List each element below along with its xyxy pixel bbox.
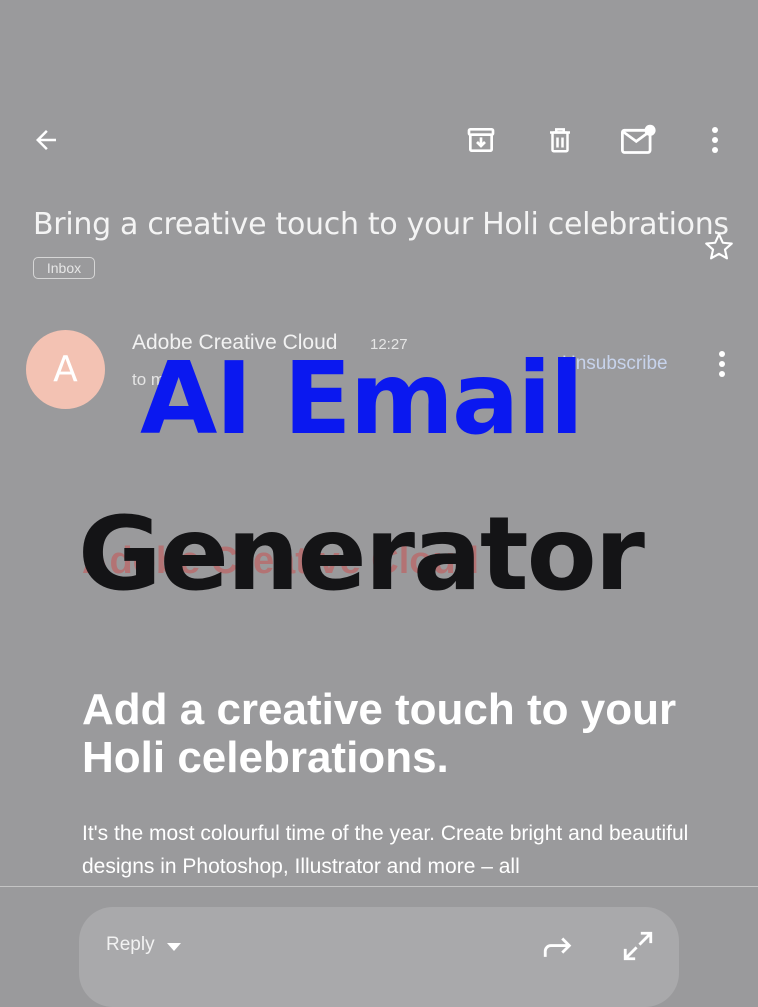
inbox-label[interactable]: Inbox [33, 257, 95, 279]
sender-avatar[interactable]: A [26, 330, 105, 409]
expand-button[interactable] [616, 924, 660, 968]
back-button[interactable] [24, 118, 68, 162]
more-options-button[interactable] [698, 118, 732, 162]
email-body: It's the most colourful time of the year… [82, 822, 689, 878]
mark-unread-button[interactable] [616, 118, 662, 162]
archive-button[interactable] [459, 118, 503, 162]
forward-arrow-icon [543, 937, 572, 957]
back-arrow-icon [36, 130, 56, 150]
email-headline: Add a creative touch to your Holi celebr… [82, 685, 677, 782]
overlay-title-ai-email: AI Email [140, 340, 584, 457]
delete-icon [550, 128, 570, 153]
mark-unread-icon [621, 124, 656, 154]
delete-button[interactable] [538, 118, 582, 162]
message-more-button[interactable] [710, 342, 734, 386]
archive-icon [467, 128, 495, 152]
more-vert-icon [712, 127, 718, 153]
email-subject: Bring a creative touch to your Holi cele… [33, 207, 729, 242]
divider [0, 886, 758, 887]
reply-options-dropdown[interactable] [162, 936, 186, 958]
expand-icon [623, 931, 653, 961]
star-icon [705, 233, 733, 260]
forward-button[interactable] [536, 926, 580, 968]
reply-button[interactable]: Reply [106, 934, 155, 956]
star-button[interactable] [698, 226, 740, 268]
more-vert-icon [719, 351, 725, 377]
overlay-title-generator: Generator [78, 495, 645, 614]
chevron-down-icon [167, 943, 181, 951]
